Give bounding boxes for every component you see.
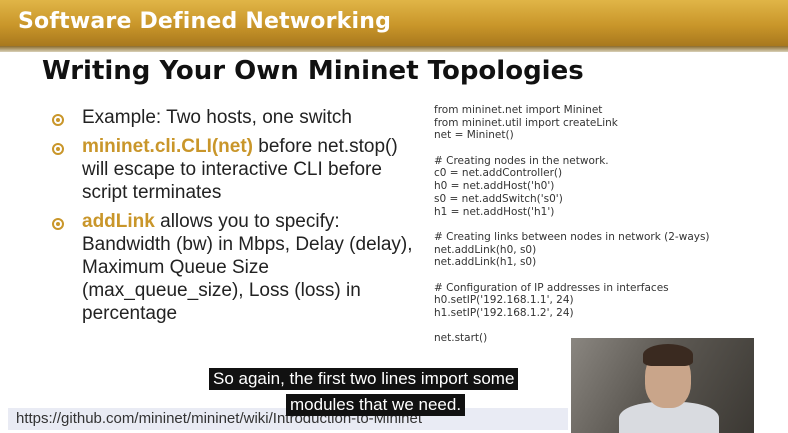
code-line: # Configuration of IP addresses in inter… [434,281,669,294]
bullet-text: Example: Two hosts, one switch [82,107,352,128]
bullet-highlight: addLink [82,211,155,232]
bullet-item: mininet.cli.CLI(net) before net.stop() w… [48,135,418,204]
course-title: Software Defined Networking [18,9,392,34]
presenter-hair [643,344,693,366]
code-line: h0 = net.addHost('h0') [434,180,555,193]
code-line: from mininet.net import Mininet [434,104,603,116]
code-line: c0 = net.addController() [434,167,563,180]
bullet-highlight: mininet.cli.CLI(net) [82,136,253,157]
code-line: h1.setIP('192.168.1.2', 24) [434,307,574,319]
code-line: h1 = net.addHost('h1') [434,205,555,218]
code-line: net = Mininet() [434,129,514,142]
code-line: from mininet.util import createLink [434,116,618,129]
bullet-marker-icon [52,143,64,155]
header-band: Software Defined Networking [0,0,788,46]
subtitle-line-2: modules that we need. [286,394,466,416]
bullet-item: Example: Two hosts, one switch [48,106,418,129]
code-line: net.addLink(h1, s0) [434,256,537,269]
code-line: # Creating nodes in the network. [434,154,609,167]
presenter-webcam [571,338,754,433]
bullet-item: addLink allows you to specify: Bandwidth… [48,210,418,325]
code-line: s0 = net.addSwitch('s0') [434,192,563,205]
code-line: # Creating links between nodes in networ… [434,230,710,243]
bullet-list: Example: Two hosts, one switch mininet.c… [48,106,418,331]
code-line: h0.setIP('192.168.1.1', 24) [434,294,574,307]
bullet-marker-icon [52,218,64,230]
subtitle-line-1: So again, the first two lines import som… [209,368,519,390]
slide-page-number: 11 [762,422,773,433]
header-divider [0,46,788,52]
code-sample: from mininet.net import Mininet from min… [434,104,744,345]
bullet-marker-icon [52,114,64,126]
slide-title: Writing Your Own Mininet Topologies [42,56,584,86]
code-line: net.addLink(h0, s0) [434,243,537,256]
